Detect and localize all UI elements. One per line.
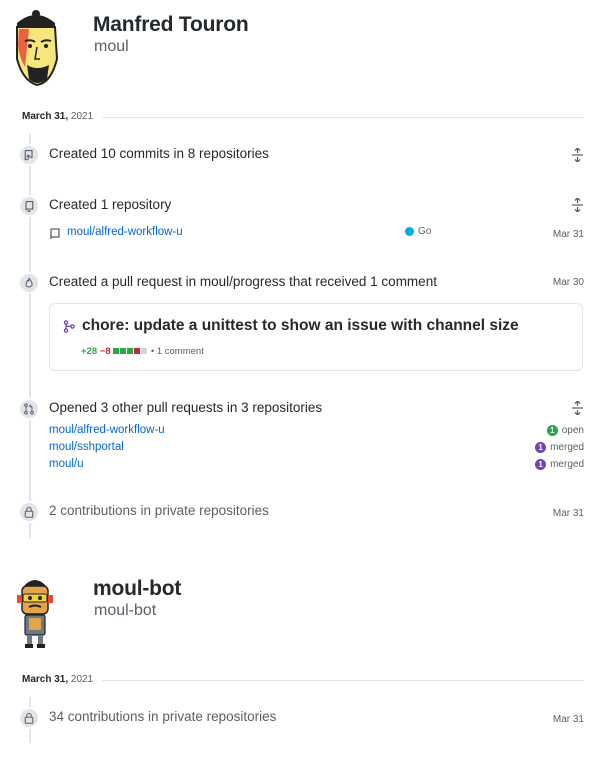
created-repo-summary: Created 1 repository (49, 197, 172, 212)
expand-repos-icon[interactable] (571, 197, 584, 213)
lock-icon (18, 707, 40, 729)
date-divider (102, 680, 584, 681)
pr-repo-link[interactable]: moul/alfred-workflow-u (49, 424, 165, 436)
pr-count: 1 (546, 425, 558, 436)
pr-card[interactable]: chore: update a unittest to show an issu… (49, 303, 583, 371)
pr-date: Mar 30 (552, 277, 584, 288)
date-divider (102, 117, 584, 118)
date-header: March 31, 2021 (22, 674, 93, 685)
pr-repo-link[interactable]: moul/sshportal (49, 441, 124, 453)
user-avatar-moul-bot[interactable] (13, 575, 57, 649)
pr-repo-link[interactable]: moul/u (49, 458, 84, 470)
date-year: 2021 (70, 111, 94, 122)
user-display-name[interactable]: moul-bot (93, 577, 181, 601)
pr-count: 1 (535, 442, 547, 453)
pr-status-badge: 1 open (546, 425, 584, 436)
expand-commits-icon[interactable] (571, 147, 584, 163)
pr-status-badge: 1 merged (535, 442, 584, 453)
repo-push-icon (18, 144, 40, 166)
created-repo-link[interactable]: moul/alfred-workflow-u (67, 226, 183, 238)
lock-icon (18, 501, 40, 523)
user-display-name[interactable]: Manfred Touron (93, 13, 249, 37)
language-label: Go (418, 226, 432, 237)
private-contributions-date: Mar 31 (552, 714, 584, 725)
pr-meta: +28 −8 • 1 comment (81, 346, 204, 357)
expand-prs-icon[interactable] (571, 400, 584, 416)
private-contributions-date: Mar 31 (552, 508, 584, 519)
pr-status-badge: 1 merged (535, 459, 584, 470)
language-color-dot (405, 227, 414, 236)
date-year: 2021 (70, 674, 94, 685)
pr-count: 1 (535, 459, 547, 470)
small-repo-icon (49, 227, 60, 245)
pr-summary: Created a pull request in moul/progress … (49, 274, 437, 289)
private-contributions-summary: 2 contributions in private repositories (49, 503, 269, 518)
pr-title-link[interactable]: chore: update a unittest to show an issu… (82, 317, 519, 335)
pr-comments[interactable]: • 1 comment (151, 346, 204, 357)
pr-status: open (561, 425, 584, 436)
opened-prs-summary: Opened 3 other pull requests in 3 reposi… (49, 400, 323, 415)
commits-summary: Created 10 commits in 8 repositories (49, 146, 269, 161)
avatar-illustration (16, 10, 59, 87)
pr-deletions: −8 (99, 346, 111, 357)
private-contributions-summary: 34 contributions in private repositories (49, 709, 277, 724)
repo-created-date: Mar 31 (552, 229, 584, 240)
diff-stat-bar (113, 346, 151, 357)
bot-avatar-illustration (17, 580, 53, 648)
user-login[interactable]: moul (94, 38, 129, 56)
pr-additions: +28 (81, 346, 98, 357)
date-month-day: March 31, (22, 111, 69, 122)
git-pull-request-icon (18, 398, 40, 420)
user-avatar-manfred[interactable] (11, 9, 61, 89)
user-login[interactable]: moul-bot (94, 602, 156, 620)
date-header: March 31, 2021 (22, 111, 93, 122)
pr-status: merged (550, 442, 584, 453)
fire-icon (18, 272, 40, 294)
repo-icon (18, 195, 40, 217)
pull-request-icon (63, 320, 75, 338)
pr-status: merged (550, 459, 584, 470)
date-month-day: March 31, (22, 674, 69, 685)
